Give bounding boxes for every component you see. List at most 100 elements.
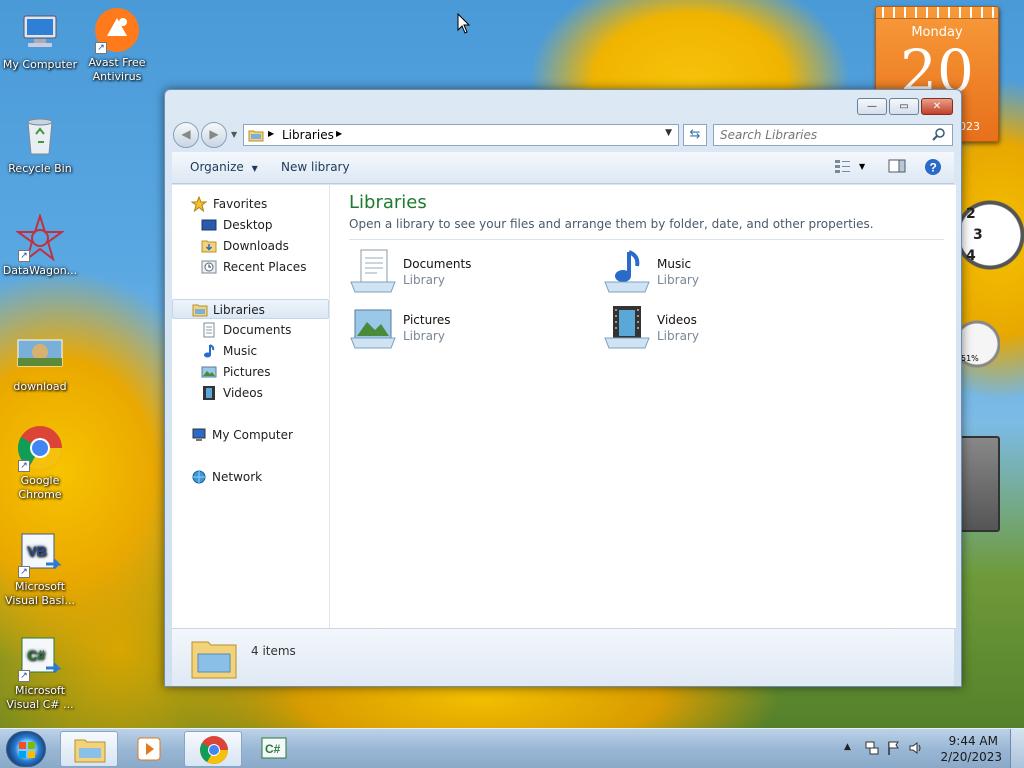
downloads-folder-icon xyxy=(201,238,217,254)
library-type: Library xyxy=(403,273,445,287)
library-name: Videos xyxy=(657,313,697,327)
visual-basic-icon: VB ↗ xyxy=(16,530,64,578)
page-title: Libraries xyxy=(349,192,427,213)
nav-item-documents[interactable]: Documents xyxy=(172,320,329,340)
image-file-icon xyxy=(16,330,64,378)
library-name: Documents xyxy=(403,257,472,271)
nav-item-favorites[interactable]: Favorites xyxy=(172,194,329,214)
nav-item-recent-places[interactable]: Recent Places xyxy=(172,257,329,277)
pictures-icon xyxy=(201,364,217,380)
preview-pane-icon[interactable] xyxy=(888,158,906,178)
nav-item-my-computer[interactable]: My Computer xyxy=(172,425,329,445)
libraries-icon xyxy=(192,302,208,318)
new-library-button[interactable]: New library xyxy=(281,160,350,174)
start-button[interactable] xyxy=(6,731,46,767)
svg-text:?: ? xyxy=(930,161,937,175)
network-icon xyxy=(191,469,207,485)
svg-text:VB: VB xyxy=(27,543,46,559)
slideshow-gadget[interactable] xyxy=(958,436,1000,532)
desktop-icon-avast[interactable]: ↗ Avast Free Antivirus xyxy=(77,6,157,84)
action-center-flag-icon[interactable] xyxy=(886,740,902,759)
library-name: Music xyxy=(657,257,692,271)
breadcrumb-separator-icon[interactable]: ▶ xyxy=(336,129,342,138)
library-name: Pictures xyxy=(403,313,451,327)
view-options-chevron-icon[interactable]: ▼ xyxy=(859,162,865,182)
desktop-icon-recycle-bin[interactable]: Recycle Bin xyxy=(0,112,80,176)
search-box xyxy=(713,124,953,146)
refresh-button[interactable]: ⇆ xyxy=(683,124,707,146)
star-icon xyxy=(190,195,208,213)
desktop-icon-download[interactable]: download xyxy=(0,330,80,394)
desktop-icon-my-computer[interactable]: My Computer xyxy=(0,8,80,72)
desktop-icon-label: Avast Free Antivirus xyxy=(88,56,146,83)
clock-number: 4 xyxy=(966,248,976,264)
window-controls: — ▭ ✕ xyxy=(857,98,953,115)
library-item-pictures[interactable]: Pictures Library xyxy=(349,304,579,354)
taskbar-app-visual-csharp[interactable]: C# xyxy=(246,731,304,767)
system-tray: ▲ 9:44 AM 2/20/2023 xyxy=(834,729,1024,768)
close-button[interactable]: ✕ xyxy=(921,98,953,115)
nav-item-label: Libraries xyxy=(213,303,265,317)
videos-library-icon xyxy=(603,304,651,352)
nav-item-music[interactable]: Music xyxy=(172,341,329,361)
taskbar-clock-time[interactable]: 9:44 AM xyxy=(949,734,998,748)
nav-item-desktop[interactable]: Desktop xyxy=(172,215,329,235)
explorer-folder-icon xyxy=(74,739,106,763)
show-hidden-icons-chevron[interactable]: ▲ xyxy=(844,742,851,752)
desktop-icon-chrome[interactable]: ↗ Google Chrome xyxy=(0,424,80,502)
visual-csharp-icon: C# xyxy=(261,737,287,759)
item-count: 4 items xyxy=(251,644,296,658)
nav-item-libraries[interactable]: Libraries xyxy=(172,299,329,319)
recycle-bin-icon xyxy=(16,112,64,160)
change-view-icon[interactable] xyxy=(834,158,852,178)
volume-icon[interactable] xyxy=(908,740,924,759)
mouse-cursor-icon xyxy=(457,12,471,38)
nav-item-label: Pictures xyxy=(223,365,271,379)
media-player-icon xyxy=(137,737,161,761)
computer-icon xyxy=(191,427,207,443)
network-tray-icon[interactable] xyxy=(864,740,880,759)
address-bar[interactable]: ▶ Libraries ▶ ▼ xyxy=(243,124,679,146)
nav-item-videos[interactable]: Videos xyxy=(172,383,329,403)
library-item-documents[interactable]: Documents Library xyxy=(349,248,579,298)
show-desktop-button[interactable] xyxy=(1010,729,1024,768)
desktop-icon-visual-csharp[interactable]: C# ↗ Microsoft Visual C# ... xyxy=(0,634,80,712)
search-icon[interactable] xyxy=(932,127,946,144)
taskbar-app-media-player[interactable] xyxy=(122,731,180,767)
nav-item-label: Videos xyxy=(223,386,263,400)
nav-item-network[interactable]: Network xyxy=(172,467,329,487)
minimize-button[interactable]: — xyxy=(857,98,887,115)
desktop-icon-visual-basic[interactable]: VB ↗ Microsoft Visual Basi... xyxy=(0,530,80,608)
libraries-folder-icon xyxy=(248,128,264,142)
forward-button[interactable]: ▶ xyxy=(201,122,227,148)
organize-button[interactable]: Organize ▼ xyxy=(190,160,258,174)
pictures-library-icon xyxy=(349,304,397,352)
recent-pages-dropdown-icon[interactable]: ▼ xyxy=(231,130,237,139)
taskbar: C# ▲ 9:44 AM 2/20/2023 xyxy=(0,728,1024,768)
nav-item-downloads[interactable]: Downloads xyxy=(172,236,329,256)
command-bar: Organize ▼ New library ▼ ? xyxy=(172,152,954,184)
libraries-large-icon xyxy=(190,634,238,685)
clock-gadget[interactable]: 2 3 4 xyxy=(955,180,1024,290)
page-subtitle: Open a library to see your files and arr… xyxy=(349,217,874,231)
back-button[interactable]: ◀ xyxy=(173,122,199,148)
taskbar-clock-date[interactable]: 2/20/2023 xyxy=(940,750,1002,764)
nav-item-label: Favorites xyxy=(213,197,268,211)
help-icon[interactable]: ? xyxy=(924,158,942,178)
library-item-videos[interactable]: Videos Library xyxy=(603,304,833,354)
breadcrumb-libraries[interactable]: Libraries xyxy=(282,128,334,142)
address-dropdown-icon[interactable]: ▼ xyxy=(665,128,672,138)
shortcut-arrow-icon: ↗ xyxy=(18,250,30,262)
library-item-music[interactable]: Music Library xyxy=(603,248,833,298)
clock-number: 2 xyxy=(966,206,976,222)
content-pane: Libraries Open a library to see your fil… xyxy=(330,185,956,628)
organize-label: Organize xyxy=(190,160,244,174)
nav-item-pictures[interactable]: Pictures xyxy=(172,362,329,382)
maximize-button[interactable]: ▭ xyxy=(889,98,919,115)
taskbar-app-explorer[interactable] xyxy=(60,731,118,767)
desktop-icon-label: DataWagon... xyxy=(2,264,78,277)
search-input[interactable] xyxy=(720,125,930,145)
taskbar-app-chrome[interactable] xyxy=(184,731,242,767)
nav-item-label: Desktop xyxy=(223,218,273,232)
desktop-icon-datawagon[interactable]: ↗ DataWagon... xyxy=(0,212,80,278)
